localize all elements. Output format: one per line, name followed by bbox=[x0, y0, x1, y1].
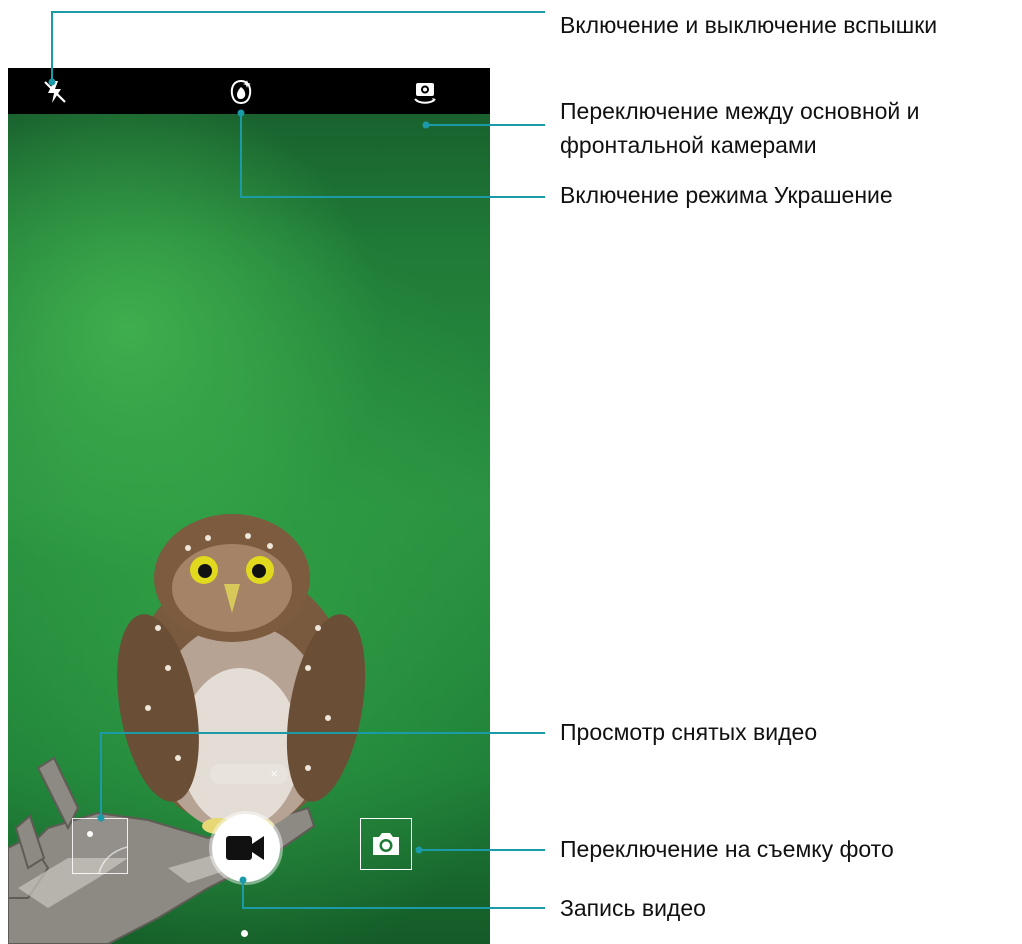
flash-callout-line bbox=[51, 11, 545, 82]
record-callout-line bbox=[242, 880, 545, 909]
callout-lines bbox=[48, 11, 545, 909]
switch-camera-callout-label-line1: Переключение между основной и bbox=[560, 98, 920, 124]
beauty-callout-label: Включение режима Украшение bbox=[560, 182, 893, 208]
view-videos-callout-label: Просмотр снятых видео bbox=[560, 719, 818, 745]
flash-callout-label: Включение и выключение вспышки bbox=[560, 12, 938, 38]
gallery-callout-line bbox=[100, 732, 545, 818]
switch-photo-callout-label: Переключение на съемку фото bbox=[560, 836, 894, 862]
record-callout-label: Запись видео bbox=[560, 895, 706, 921]
switch-camera-callout-label-line2: фронтальной камерами bbox=[560, 132, 817, 158]
